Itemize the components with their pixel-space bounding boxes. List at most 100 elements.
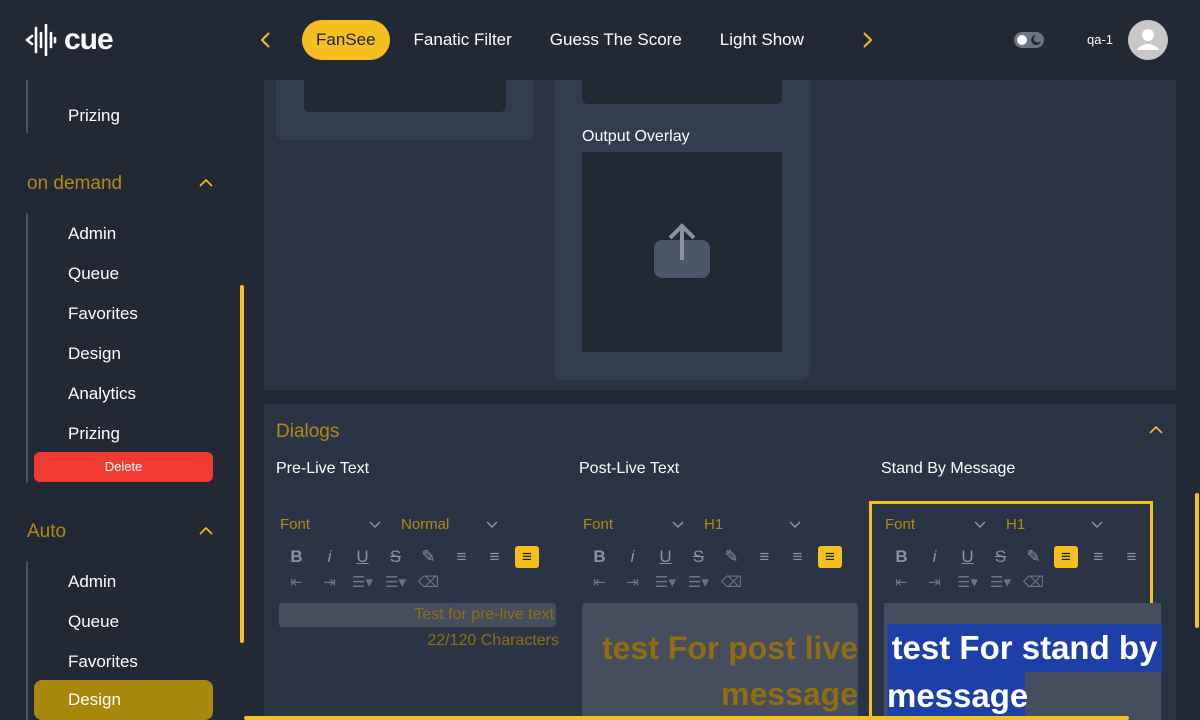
chevron-down-icon[interactable] xyxy=(788,518,802,532)
sidebar-item-favorites[interactable]: Favorites xyxy=(68,304,138,324)
sidebar-item-admin[interactable]: Admin xyxy=(68,572,116,592)
output-overlay-label: Output Overlay xyxy=(582,128,690,145)
dialogs-panel: Dialogs Pre-Live Text Font Normal B i U … xyxy=(264,404,1176,720)
ordered-list-icon[interactable]: ☰▾ xyxy=(346,572,379,592)
section-on-demand[interactable]: on demand xyxy=(27,173,122,195)
chevron-down-icon[interactable] xyxy=(368,518,382,532)
game-tabs: FanSee Fanatic Filter Guess The Score Li… xyxy=(302,20,828,60)
font-select[interactable]: Font xyxy=(583,516,613,533)
align-right-icon[interactable]: ≡ xyxy=(818,546,842,568)
tab-light-show[interactable]: Light Show xyxy=(706,20,818,60)
sidebar-item-analytics[interactable]: Analytics xyxy=(68,384,136,404)
chevron-left-icon[interactable] xyxy=(254,28,278,52)
align-left-icon[interactable]: ≡ xyxy=(445,546,478,568)
size-select[interactable]: Normal xyxy=(401,516,449,533)
output-overlay-dropzone[interactable] xyxy=(582,152,782,352)
editor-toolbar-secondary: ⇤ ⇥ ☰▾ ☰▾ ⌫ xyxy=(885,572,1050,592)
italic-button[interactable]: i xyxy=(313,546,346,568)
sidebar-item-admin[interactable]: Admin xyxy=(68,224,116,244)
font-select[interactable]: Font xyxy=(885,516,915,533)
align-left-icon[interactable]: ≡ xyxy=(748,546,781,568)
character-count: 22/120 Characters xyxy=(427,632,559,649)
outdent-icon[interactable]: ⇤ xyxy=(885,572,918,592)
indent-icon[interactable]: ⇥ xyxy=(918,572,951,592)
align-left-icon[interactable]: ≡ xyxy=(1054,546,1078,568)
bullet-list-icon[interactable]: ☰▾ xyxy=(379,572,412,592)
output-overlay-card: Output Overlay xyxy=(554,80,810,380)
post-live-text-input[interactable]: test For post live message xyxy=(582,603,858,720)
align-center-icon[interactable]: ≡ xyxy=(781,546,814,568)
upload-icon xyxy=(654,223,710,278)
delete-button[interactable]: Delete xyxy=(34,452,213,482)
bullet-list-icon[interactable]: ☰▾ xyxy=(984,572,1017,592)
sidebar-item-favorites[interactable]: Favorites xyxy=(68,652,138,672)
indent-icon[interactable]: ⇥ xyxy=(616,572,649,592)
sidebar-item-queue[interactable]: Queue xyxy=(68,612,119,632)
sidebar-item-queue[interactable]: Queue xyxy=(68,264,119,284)
italic-button[interactable]: i xyxy=(616,546,649,568)
underline-button[interactable]: U xyxy=(346,546,379,568)
post-live-text-line: test For post live xyxy=(601,630,858,666)
chevron-up-icon[interactable] xyxy=(198,523,214,539)
vertical-scrollbar[interactable] xyxy=(1195,493,1199,628)
ordered-list-icon[interactable]: ☰▾ xyxy=(951,572,984,592)
align-center-icon[interactable]: ≡ xyxy=(478,546,511,568)
outdent-icon[interactable]: ⇤ xyxy=(583,572,616,592)
editor-toolbar: B i U S ✎ ≡ ≡ ≡ xyxy=(280,546,543,570)
underline-button[interactable]: U xyxy=(951,546,984,568)
tab-fansee[interactable]: FanSee xyxy=(302,20,390,60)
size-select[interactable]: H1 xyxy=(1006,516,1025,533)
tab-fanatic-filter[interactable]: Fanatic Filter xyxy=(400,20,526,60)
tab-guess-the-score[interactable]: Guess The Score xyxy=(536,20,696,60)
sidebar-item-prizing[interactable]: Prizing xyxy=(68,106,120,126)
stand-by-label: Stand By Message xyxy=(881,460,1016,477)
chevron-down-icon[interactable] xyxy=(973,518,987,532)
pre-live-label: Pre-Live Text xyxy=(276,460,370,477)
bold-button[interactable]: B xyxy=(583,546,616,568)
strikethrough-button[interactable]: S xyxy=(682,546,715,568)
chevron-down-icon[interactable] xyxy=(485,518,499,532)
align-right-icon[interactable]: ≡ xyxy=(1115,546,1148,568)
stand-by-selected-text[interactable]: message xyxy=(887,672,1028,720)
highlight-icon[interactable]: ✎ xyxy=(1017,546,1050,568)
stand-by-editor: Stand By Message Font H1 B i U S ✎ ≡ ≡ ≡… xyxy=(869,404,1162,720)
underline-button[interactable]: U xyxy=(649,546,682,568)
bold-button[interactable]: B xyxy=(280,546,313,568)
highlight-icon[interactable]: ✎ xyxy=(412,546,445,568)
bullet-list-icon[interactable]: ☰▾ xyxy=(682,572,715,592)
main-content: Output Overlay Dialogs Pre-Live Text Fon… xyxy=(244,80,1200,720)
align-right-icon[interactable]: ≡ xyxy=(515,546,539,568)
indent-icon[interactable]: ⇥ xyxy=(313,572,346,592)
stand-by-selected-text[interactable]: test For stand by xyxy=(887,624,1162,672)
user-name[interactable]: qa-1 xyxy=(1087,32,1113,47)
bold-button[interactable]: B xyxy=(885,546,918,568)
pre-live-text-input[interactable]: Test for pre-live text xyxy=(279,603,556,627)
post-live-label: Post-Live Text xyxy=(579,460,680,477)
clear-format-icon[interactable]: ⌫ xyxy=(715,572,748,592)
outdent-icon[interactable]: ⇤ xyxy=(280,572,313,592)
chevron-down-icon[interactable] xyxy=(671,518,685,532)
section-auto[interactable]: Auto xyxy=(27,521,66,543)
theme-toggle[interactable] xyxy=(1014,30,1044,50)
clear-format-icon[interactable]: ⌫ xyxy=(412,572,445,592)
highlight-icon[interactable]: ✎ xyxy=(715,546,748,568)
chevron-up-icon[interactable] xyxy=(198,175,214,191)
top-bar: cue FanSee Fanatic Filter Guess The Scor… xyxy=(0,0,1200,80)
font-select[interactable]: Font xyxy=(280,516,310,533)
size-select[interactable]: H1 xyxy=(704,516,723,533)
horizontal-scrollbar[interactable] xyxy=(244,716,1129,720)
clear-format-icon[interactable]: ⌫ xyxy=(1017,572,1050,592)
sidebar-item-design[interactable]: Design xyxy=(68,344,121,364)
align-center-icon[interactable]: ≡ xyxy=(1082,546,1115,568)
ordered-list-icon[interactable]: ☰▾ xyxy=(649,572,682,592)
chevron-right-icon[interactable] xyxy=(855,28,879,52)
italic-button[interactable]: i xyxy=(918,546,951,568)
sidebar-item-prizing[interactable]: Prizing xyxy=(68,424,120,444)
chevron-down-icon[interactable] xyxy=(1090,518,1104,532)
app-logo[interactable]: cue xyxy=(24,22,114,58)
sound-wave-icon xyxy=(25,24,57,56)
sidebar-item-design-active[interactable]: Design xyxy=(34,680,213,720)
strikethrough-button[interactable]: S xyxy=(984,546,1017,568)
avatar[interactable] xyxy=(1128,20,1168,60)
strikethrough-button[interactable]: S xyxy=(379,546,412,568)
